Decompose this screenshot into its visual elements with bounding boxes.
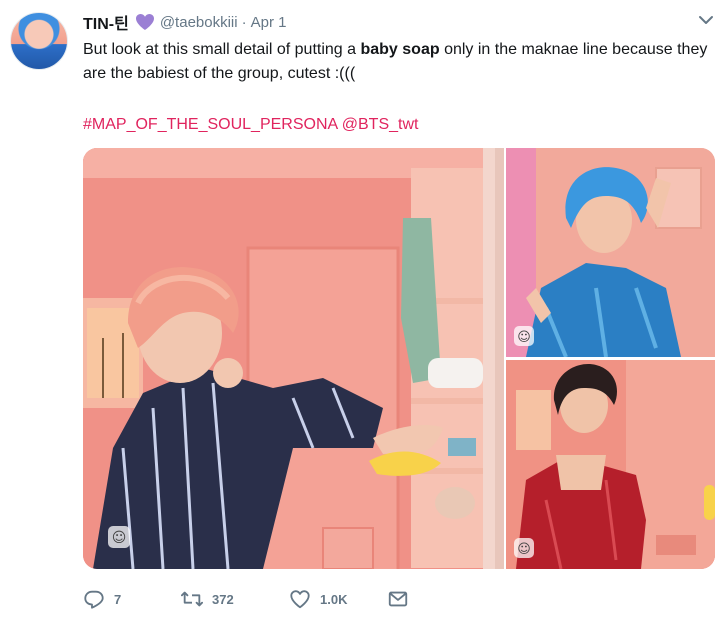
photo-jimin[interactable]: ☺ bbox=[83, 148, 504, 569]
photo-v-art: ☺ bbox=[506, 148, 715, 357]
photo-jungkook[interactable]: ☺ bbox=[506, 360, 715, 569]
share-icon bbox=[388, 591, 408, 607]
tweet-links: #MAP_OF_THE_SOUL_PERSONA @BTS_twt bbox=[83, 113, 418, 137]
svg-text:☺: ☺ bbox=[112, 530, 127, 546]
avatar[interactable] bbox=[10, 12, 68, 70]
reply-count: 7 bbox=[114, 591, 122, 607]
photo-jimin-art: ☺ bbox=[83, 148, 504, 569]
tweet-actions: 7 372 1.0K bbox=[83, 587, 409, 611]
photo-jungkook-art: ☺ bbox=[506, 360, 715, 569]
retweet-icon bbox=[181, 591, 203, 607]
display-name[interactable]: TIN-틴 bbox=[83, 10, 129, 34]
svg-text:☺: ☺ bbox=[517, 542, 531, 557]
reply-button[interactable]: 7 bbox=[83, 588, 181, 610]
like-count: 1.0K bbox=[320, 591, 348, 607]
tweet-text-part: But look at this small detail of putting… bbox=[83, 41, 361, 58]
like-icon bbox=[290, 590, 310, 609]
mention-link[interactable]: @BTS_twt bbox=[342, 116, 419, 133]
tweet-text-bold: baby soap bbox=[360, 41, 440, 58]
chevron-down-icon[interactable] bbox=[698, 14, 714, 26]
tweet-text: But look at this small detail of putting… bbox=[83, 38, 708, 86]
separator-dot: · bbox=[241, 13, 247, 31]
tweet-header: TIN-틴 @taebokkiii · Apr 1 bbox=[83, 10, 287, 34]
reply-icon bbox=[84, 590, 104, 609]
svg-text:☺: ☺ bbox=[517, 330, 531, 345]
share-button[interactable] bbox=[387, 588, 409, 610]
photo-v[interactable]: ☺ bbox=[506, 148, 715, 357]
media-grid: ☺ ☺ ☺ bbox=[83, 148, 715, 569]
hashtag-link[interactable]: #MAP_OF_THE_SOUL_PERSONA bbox=[83, 116, 337, 133]
user-handle[interactable]: @taebokkiii bbox=[160, 14, 238, 31]
retweet-count: 372 bbox=[212, 591, 234, 607]
like-button[interactable]: 1.0K bbox=[289, 588, 387, 610]
tweet-timestamp[interactable]: Apr 1 bbox=[251, 14, 287, 31]
retweet-button[interactable]: 372 bbox=[181, 588, 289, 610]
purple-heart-icon bbox=[135, 14, 154, 30]
